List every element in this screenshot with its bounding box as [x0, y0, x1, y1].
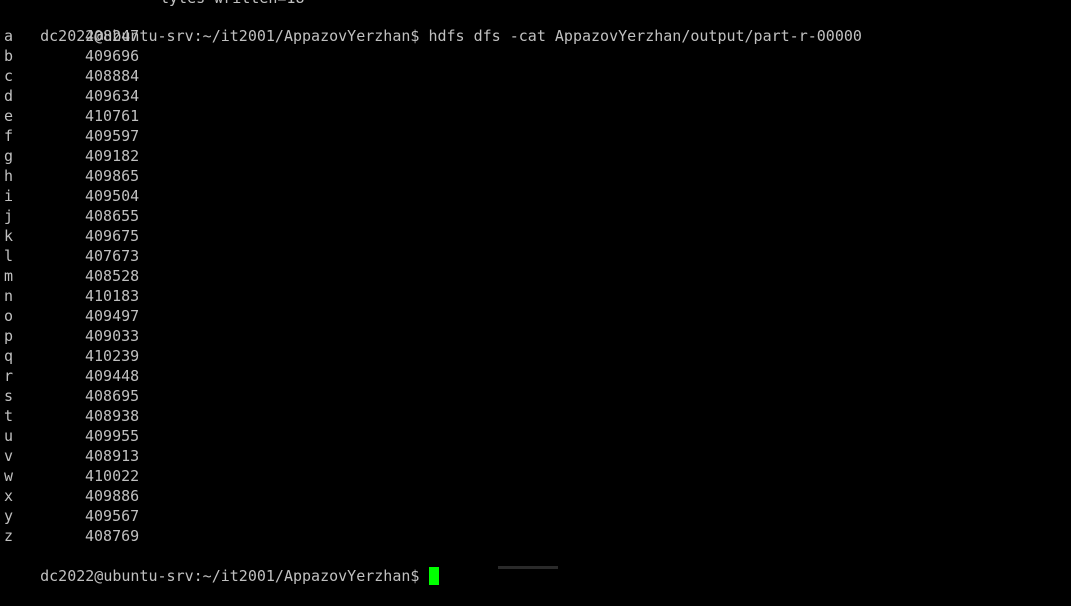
output-row: t 408938	[4, 406, 139, 426]
output-count: 408695	[85, 387, 140, 405]
output-row: z 408769	[4, 526, 139, 546]
output-count: 410022	[85, 467, 140, 485]
output-row: a 408247	[4, 26, 139, 46]
output-count: 409696	[85, 47, 140, 65]
output-key: d	[4, 87, 14, 105]
output-row: r 409448	[4, 366, 139, 386]
output-key: w	[4, 467, 14, 485]
output-key: s	[4, 387, 14, 405]
output-count: 410183	[85, 287, 140, 305]
output-count: 408655	[85, 207, 140, 225]
output-count: 408769	[85, 527, 140, 545]
cursor-block	[429, 566, 440, 585]
output-row: u 409955	[4, 426, 139, 446]
output-key: c	[4, 67, 14, 85]
output-row: d 409634	[4, 86, 139, 106]
output-row: l 407673	[4, 246, 139, 266]
output-count: 408913	[85, 447, 140, 465]
command-text: hdfs dfs -cat AppazovYerzhan/output/part…	[428, 27, 862, 45]
output-count: 408938	[85, 407, 140, 425]
output-key: x	[4, 487, 14, 505]
output-row: m 408528	[4, 266, 139, 286]
output-row: y 409567	[4, 506, 139, 526]
output-row: c 408884	[4, 66, 139, 86]
output-key: v	[4, 447, 14, 465]
output-key: b	[4, 47, 14, 65]
output-count: 409886	[85, 487, 140, 505]
final-prompt-line[interactable]: dc2022@ubuntu-srv:~/it2001/AppazovYerzha…	[4, 546, 440, 585]
output-count: 409182	[85, 147, 140, 165]
output-row: i 409504	[4, 186, 139, 206]
output-key: n	[4, 287, 14, 305]
output-count: 409597	[85, 127, 140, 145]
output-key: j	[4, 207, 14, 225]
output-key: y	[4, 507, 14, 525]
output-key: o	[4, 307, 14, 325]
output-row: b 409696	[4, 46, 139, 66]
output-count: 408528	[85, 267, 140, 285]
output-count: 409955	[85, 427, 140, 445]
output-row: x 409886	[4, 486, 139, 506]
output-key: h	[4, 167, 14, 185]
output-key: u	[4, 427, 14, 445]
output-row: j 408655	[4, 206, 139, 226]
command-line: dc2022@ubuntu-srv:~/it2001/AppazovYerzha…	[4, 6, 862, 45]
output-count: 409567	[85, 507, 140, 525]
output-count: 409634	[85, 87, 140, 105]
output-count: 409675	[85, 227, 140, 245]
output-key: q	[4, 347, 14, 365]
output-key: l	[4, 247, 14, 265]
output-row: f 409597	[4, 126, 139, 146]
output-row: k 409675	[4, 226, 139, 246]
output-count: 410239	[85, 347, 140, 365]
output-key: z	[4, 527, 14, 545]
output-key: f	[4, 127, 14, 145]
output-count: 409497	[85, 307, 140, 325]
output-key: k	[4, 227, 14, 245]
output-row: p 409033	[4, 326, 139, 346]
output-row: h 409865	[4, 166, 139, 186]
output-count: 408247	[85, 27, 140, 45]
output-row: v 408913	[4, 446, 139, 466]
output-row: g 409182	[4, 146, 139, 166]
output-row: s 408695	[4, 386, 139, 406]
output-count: 410761	[85, 107, 140, 125]
output-key: i	[4, 187, 14, 205]
output-key: t	[4, 407, 14, 425]
output-key: a	[4, 27, 14, 45]
output-key: p	[4, 327, 14, 345]
shell-prompt: dc2022@ubuntu-srv:~/it2001/AppazovYerzha…	[40, 567, 420, 585]
output-row: w 410022	[4, 466, 139, 486]
output-count: 408884	[85, 67, 140, 85]
output-row: q 410239	[4, 346, 139, 366]
output-count: 409865	[85, 167, 140, 185]
output-row: e 410761	[4, 106, 139, 126]
output-key: e	[4, 107, 14, 125]
output-key: g	[4, 147, 14, 165]
output-key: r	[4, 367, 14, 385]
output-count: 409504	[85, 187, 140, 205]
output-count: 409448	[85, 367, 140, 385]
output-row: o 409497	[4, 306, 139, 326]
terminal-window[interactable]: lytes written=18 dc2022@ubuntu-srv:~/it2…	[0, 0, 1071, 585]
output-count: 407673	[85, 247, 140, 265]
output-count: 409033	[85, 327, 140, 345]
output-key: m	[4, 267, 14, 285]
output-row: n 410183	[4, 286, 139, 306]
